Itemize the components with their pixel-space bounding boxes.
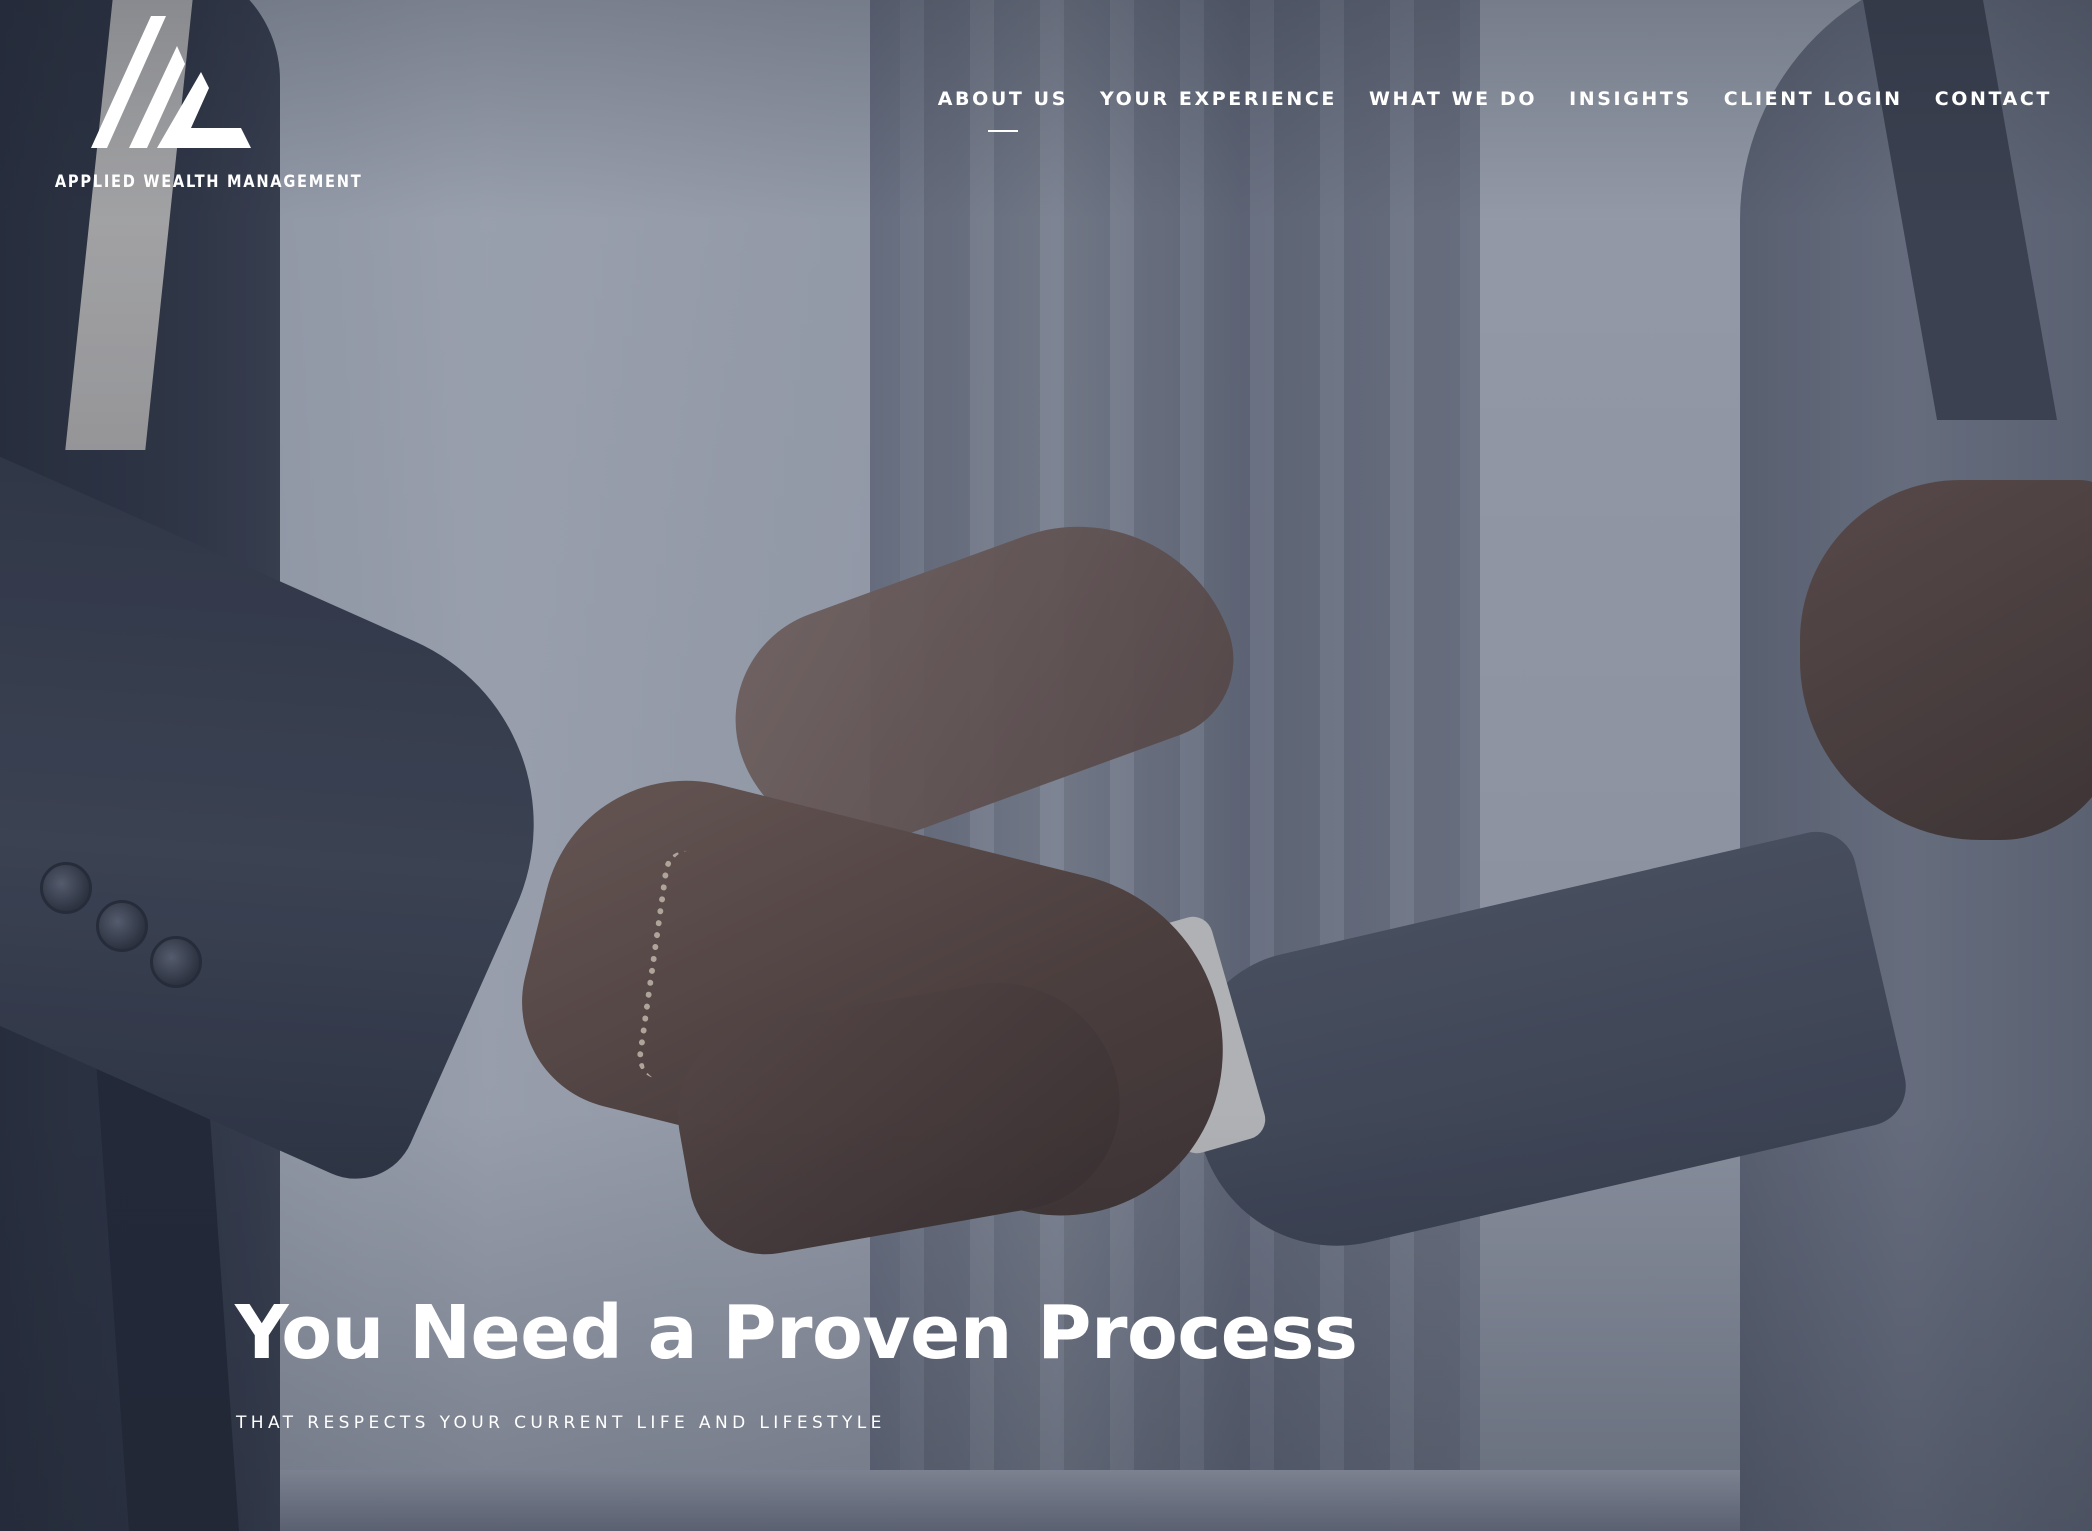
brand-logo-link[interactable]: APPLIED WEALTH MANAGEMENT	[36, 16, 363, 192]
triangle-logo-icon	[91, 16, 251, 148]
nav-item-insights[interactable]: INSIGHTS	[1569, 88, 1692, 110]
nav-item-what-we-do[interactable]: WHAT WE DO	[1369, 88, 1537, 110]
nav-item-your-experience[interactable]: YOUR EXPERIENCE	[1100, 88, 1337, 110]
nav-item-about-us[interactable]: ABOUT US	[938, 88, 1068, 132]
nav-item-contact[interactable]: CONTACT	[1935, 88, 2052, 110]
hero-section: APPLIED WEALTH MANAGEMENT ABOUT US YOUR …	[0, 0, 2092, 1531]
hero-headline: You Need a Proven Process	[235, 1290, 1358, 1376]
nav-item-client-login[interactable]: CLIENT LOGIN	[1724, 88, 1903, 110]
hero-subheadline: THAT RESPECTS YOUR CURRENT LIFE AND LIFE…	[236, 1413, 886, 1433]
brand-name: APPLIED WEALTH MANAGEMENT	[54, 172, 363, 192]
main-nav: ABOUT US YOUR EXPERIENCE WHAT WE DO INSI…	[938, 88, 2052, 132]
